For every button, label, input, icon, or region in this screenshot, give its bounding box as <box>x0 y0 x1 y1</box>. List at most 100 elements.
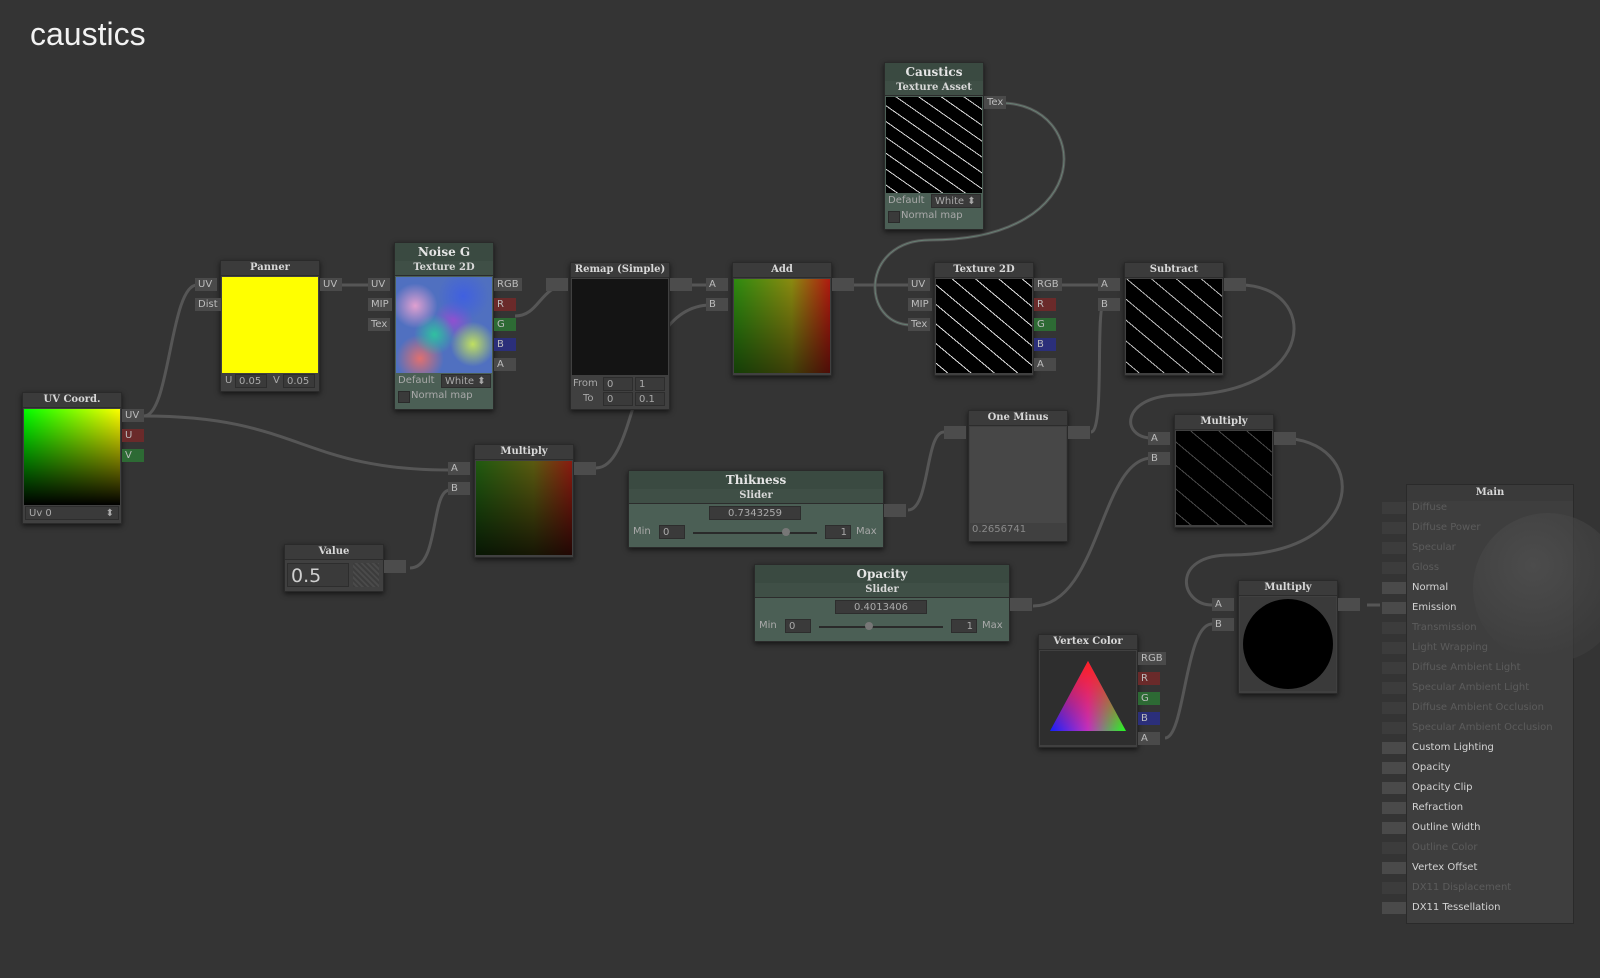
noise-output-b[interactable]: B <box>494 338 516 351</box>
noise-output-r[interactable]: R <box>494 298 516 311</box>
vertex-color-output-g[interactable]: G <box>1138 692 1160 705</box>
texture-2d-output-a[interactable]: A <box>1034 358 1056 371</box>
main-input-port[interactable] <box>1382 762 1406 774</box>
main-input-port[interactable] <box>1382 582 1406 594</box>
v-field[interactable]: 0.05 <box>283 374 315 388</box>
noise-output-rgb[interactable]: RGB <box>494 278 522 291</box>
main-input-port[interactable] <box>1382 742 1406 754</box>
multiply-3-input-b[interactable]: B <box>1212 618 1234 631</box>
noise-input-uv[interactable]: UV <box>368 278 390 291</box>
main-input-port[interactable] <box>1382 562 1406 574</box>
panner-input-uv[interactable]: UV <box>195 278 217 291</box>
texture-2d-output-rgb[interactable]: RGB <box>1034 278 1062 291</box>
main-input-port[interactable] <box>1382 702 1406 714</box>
add-output[interactable] <box>832 278 854 291</box>
noise-output-a[interactable]: A <box>494 358 516 371</box>
to-min-field[interactable]: 0 <box>603 392 633 406</box>
slider-value-field[interactable]: 0.4013406 <box>835 600 927 614</box>
multiply-2-output[interactable] <box>1274 432 1296 445</box>
slider-track[interactable] <box>693 532 817 534</box>
main-input-port[interactable] <box>1382 862 1406 874</box>
multiply-node-2[interactable]: Multiply <box>1174 414 1274 528</box>
opacity-slider-node[interactable]: Opacity Slider 0.4013406 Min 0 1 Max <box>754 564 1010 642</box>
slider-knob[interactable] <box>865 622 873 630</box>
main-input-port[interactable] <box>1382 802 1406 814</box>
texture-2d-output-r[interactable]: R <box>1034 298 1056 311</box>
add-node[interactable]: Add <box>732 262 832 376</box>
main-input-port[interactable] <box>1382 782 1406 794</box>
remap-input[interactable] <box>546 278 568 291</box>
caustics-output-tex[interactable]: Tex <box>984 96 1007 109</box>
vertex-color-output-a[interactable]: A <box>1138 732 1160 745</box>
vertex-color-node[interactable]: Vertex Color <box>1038 634 1138 748</box>
noise-texture-node[interactable]: Noise G Texture 2D Default White ⬍ Norma… <box>394 242 494 410</box>
subtract-node[interactable]: Subtract <box>1124 262 1224 376</box>
add-input-a[interactable]: A <box>706 278 728 291</box>
panner-input-dist[interactable]: Dist <box>195 298 221 311</box>
multiply-3-output[interactable] <box>1338 598 1360 611</box>
thikness-slider-node[interactable]: Thikness Slider 0.7343259 Min 0 1 Max <box>628 470 884 548</box>
drag-handle[interactable] <box>353 563 379 587</box>
multiply-node-1[interactable]: Multiply <box>474 444 574 558</box>
texture-2d-input-uv[interactable]: UV <box>908 278 930 291</box>
vertex-color-output-rgb[interactable]: RGB <box>1138 652 1166 665</box>
multiply-node-3[interactable]: Multiply <box>1238 580 1338 694</box>
texture-2d-input-mip[interactable]: MIP <box>908 298 932 311</box>
from-min-field[interactable]: 0 <box>603 377 633 391</box>
multiply-2-input-a[interactable]: A <box>1148 432 1170 445</box>
value-output[interactable] <box>384 560 406 573</box>
max-field[interactable]: 1 <box>825 525 851 539</box>
vertex-color-output-r[interactable]: R <box>1138 672 1160 685</box>
multiply-3-input-a[interactable]: A <box>1212 598 1234 611</box>
uv-coord-output-u[interactable]: U <box>122 429 144 442</box>
panner-node[interactable]: Panner U 0.05 V 0.05 <box>220 260 320 392</box>
caustics-texture-asset-node[interactable]: Caustics Texture Asset Default White ⬍ N… <box>884 62 984 230</box>
one-minus-input[interactable] <box>944 426 966 439</box>
slider-value-field[interactable]: 0.7343259 <box>709 506 801 520</box>
uv-channel-select[interactable]: Uv 0 ⬍ <box>25 506 119 520</box>
multiply-1-input-b[interactable]: B <box>448 482 470 495</box>
value-field[interactable]: 0.5 <box>287 563 349 587</box>
opacity-output[interactable] <box>1010 598 1032 611</box>
main-input-port[interactable] <box>1382 722 1406 734</box>
value-node[interactable]: Value 0.5 <box>284 544 384 592</box>
remap-output[interactable] <box>670 278 692 291</box>
slider-knob[interactable] <box>782 528 790 536</box>
normal-map-checkbox[interactable] <box>398 391 410 403</box>
multiply-2-input-b[interactable]: B <box>1148 452 1170 465</box>
panner-output-uv[interactable]: UV <box>320 278 342 291</box>
default-select[interactable]: White ⬍ <box>441 374 491 388</box>
noise-input-tex[interactable]: Tex <box>368 318 391 331</box>
texture-2d-input-tex[interactable]: Tex <box>908 318 931 331</box>
multiply-1-output[interactable] <box>574 462 596 475</box>
main-input-port[interactable] <box>1382 902 1406 914</box>
texture-2d-output-g[interactable]: G <box>1034 318 1056 331</box>
subtract-output[interactable] <box>1224 278 1246 291</box>
max-field[interactable]: 1 <box>951 619 977 633</box>
default-select[interactable]: White ⬍ <box>931 194 981 208</box>
subtract-input-a[interactable]: A <box>1098 278 1120 291</box>
noise-output-g[interactable]: G <box>494 318 516 331</box>
texture-2d-node[interactable]: Texture 2D <box>934 262 1034 376</box>
add-input-b[interactable]: B <box>706 298 728 311</box>
main-input-port[interactable] <box>1382 502 1406 514</box>
main-input-port[interactable] <box>1382 642 1406 654</box>
normal-map-checkbox[interactable] <box>888 211 900 223</box>
main-input-port[interactable] <box>1382 662 1406 674</box>
main-input-port[interactable] <box>1382 622 1406 634</box>
main-input-port[interactable] <box>1382 822 1406 834</box>
min-field[interactable]: 0 <box>785 619 811 633</box>
uv-coord-output-uv[interactable]: UV <box>122 409 144 422</box>
main-input-port[interactable] <box>1382 602 1406 614</box>
main-input-port[interactable] <box>1382 522 1406 534</box>
uv-coord-node[interactable]: UV Coord. Uv 0 ⬍ <box>22 392 122 524</box>
noise-input-mip[interactable]: MIP <box>368 298 392 311</box>
main-input-port[interactable] <box>1382 882 1406 894</box>
one-minus-node[interactable]: One Minus 0.2656741 <box>968 410 1068 542</box>
vertex-color-output-b[interactable]: B <box>1138 712 1160 725</box>
min-field[interactable]: 0 <box>659 525 685 539</box>
main-input-port[interactable] <box>1382 682 1406 694</box>
multiply-1-input-a[interactable]: A <box>448 462 470 475</box>
slider-track[interactable] <box>819 626 943 628</box>
subtract-input-b[interactable]: B <box>1098 298 1120 311</box>
